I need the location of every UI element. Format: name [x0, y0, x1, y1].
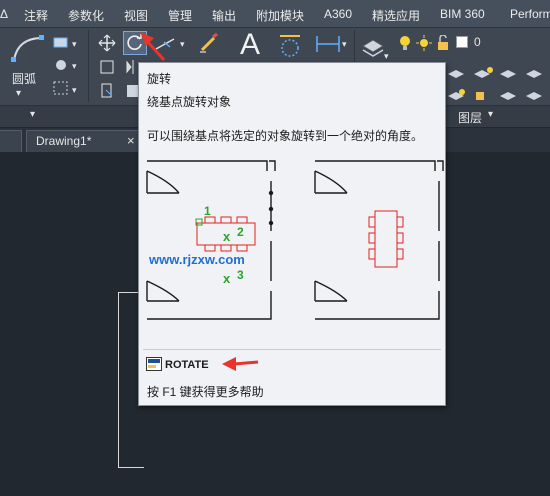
tooltip-description: 可以围绕基点将选定的对象旋转到一个绝对的角度。	[147, 129, 424, 143]
tooltip-title: 旋转	[147, 72, 172, 86]
modify-panel-dropdown-icon[interactable]: ▾	[30, 109, 35, 120]
table-rotated	[368, 210, 404, 268]
watermark-text: www.rjzxw.com	[148, 252, 245, 267]
layer-tools-row-2[interactable]	[446, 86, 550, 106]
room-before	[146, 160, 276, 320]
menu-item-view[interactable]: 视图	[124, 7, 148, 24]
point-label-3: 3	[237, 268, 244, 282]
rotate-tooltip: 旋转 绕基点旋转对象 可以围绕基点将选定的对象旋转到一个绝对的角度。 1 x 2…	[138, 62, 446, 406]
command-icon	[146, 357, 162, 371]
layer-name-value: 0	[474, 35, 481, 49]
menu-item-a360[interactable]: A360	[324, 7, 352, 21]
hatch-dropdown-icon[interactable]: ▾	[72, 58, 77, 74]
rectangle-dropdown-icon[interactable]: ▾	[72, 36, 77, 52]
erase-icon[interactable]	[198, 32, 220, 54]
layers-panel-dropdown-icon[interactable]: ▾	[488, 109, 493, 120]
dimension-icon[interactable]	[276, 32, 304, 60]
menu-item-annotate[interactable]: 注释	[24, 7, 48, 24]
tooltip-subtitle: 绕基点旋转对象	[147, 95, 232, 109]
layers-panel-label[interactable]: 图层	[458, 109, 482, 126]
menu-item-addons[interactable]: 附加模块	[256, 7, 304, 24]
tooltip-divider	[143, 349, 441, 350]
tab-drawing1[interactable]: Drawing1* ×	[26, 130, 142, 152]
boundary-icon[interactable]	[52, 80, 70, 96]
menu-bar: Δ 注释 参数化 视图 管理 输出 附加模块 A360 精选应用 BIM 360…	[0, 0, 550, 28]
menu-item-partial[interactable]: Δ	[0, 7, 8, 21]
tooltip-command-name: ROTATE	[165, 359, 209, 371]
copy-icon[interactable]	[98, 58, 116, 76]
layer-color-swatch	[456, 36, 468, 48]
tooltip-illustration: 1 x 2 x 3 www.rjzxw.com	[146, 160, 444, 320]
arrow-to-rotate-icon	[140, 32, 166, 62]
start-tab[interactable]	[0, 130, 22, 152]
stretch-icon[interactable]	[98, 82, 116, 100]
menu-item-parametric[interactable]: 参数化	[68, 7, 104, 24]
boundary-dropdown-icon[interactable]: ▾	[72, 82, 77, 98]
lightbulb-icon	[400, 36, 410, 50]
menu-item-output[interactable]: 输出	[212, 7, 236, 24]
cross-marker-2: x	[223, 229, 231, 244]
layer-properties-icon[interactable]	[360, 34, 386, 58]
room-after	[314, 160, 444, 320]
point-label-2: 2	[237, 225, 244, 239]
arrow-to-command-name	[222, 357, 259, 371]
point-label-1: 1	[204, 204, 211, 218]
rectangle-icon[interactable]	[52, 36, 70, 50]
dimension-dropdown-icon[interactable]: ▾	[342, 36, 347, 52]
tooltip-help-text: 按 F1 键获得更多帮助	[147, 385, 264, 399]
move-icon[interactable]	[98, 34, 116, 52]
tab-close-icon[interactable]: ×	[127, 133, 135, 148]
layer-dropdown[interactable]: 0	[396, 34, 550, 52]
layer-tools-row-1[interactable]	[446, 64, 550, 84]
menu-item-bim360[interactable]: BIM 360	[440, 7, 485, 21]
menu-item-featured-apps[interactable]: 精选应用	[372, 7, 420, 24]
arc-label[interactable]: 圆弧	[12, 70, 36, 87]
sun-icon	[416, 35, 432, 51]
menu-item-performance[interactable]: Perform	[510, 7, 550, 21]
trim-dropdown-icon[interactable]: ▾	[180, 36, 185, 52]
linear-dim-icon[interactable]	[314, 34, 342, 54]
cross-marker-3: x	[223, 271, 231, 286]
arc-icon[interactable]	[8, 32, 48, 66]
menu-item-manage[interactable]: 管理	[168, 7, 192, 24]
arc-dropdown-icon[interactable]: ▾	[16, 88, 21, 99]
unlock-icon	[438, 35, 448, 50]
text-tool-icon[interactable]: A	[240, 28, 260, 62]
hatch-icon[interactable]	[52, 58, 70, 72]
tab-drawing1-label: Drawing1*	[36, 134, 92, 148]
